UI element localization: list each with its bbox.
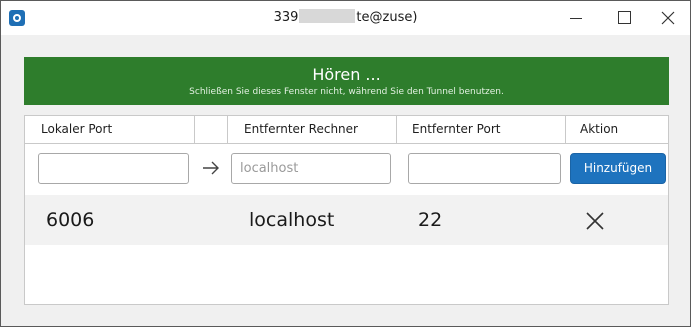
listening-banner: Hören ... Schließen Sie dieses Fenster n…	[24, 57, 669, 105]
remote-host-input[interactable]	[231, 153, 391, 184]
maximize-button[interactable]	[600, 1, 646, 35]
arrow-right-icon	[203, 161, 219, 175]
banner-title: Hören ...	[312, 65, 381, 84]
minimize-button[interactable]	[553, 1, 599, 35]
redacted-block	[299, 9, 356, 23]
window-title-prefix: 339	[273, 10, 299, 25]
header-action: Aktion	[580, 122, 619, 136]
header-remote-port: Entfernter Port	[397, 116, 566, 143]
table-row: 6006 localhost 22	[25, 195, 668, 245]
close-icon	[661, 11, 675, 25]
title-bar[interactable]: 339 te@zuse)	[1, 1, 690, 35]
header-local-port: Lokaler Port	[25, 116, 195, 143]
window-title-suffix: te@zuse)	[356, 10, 418, 25]
close-button[interactable]	[645, 1, 691, 35]
row-remote-port: 22	[418, 209, 443, 231]
remote-port-input[interactable]	[408, 153, 561, 184]
header-remote-host: Entfernter Rechner	[228, 116, 397, 143]
delete-x-icon[interactable]	[584, 210, 606, 232]
add-button[interactable]: Hinzufügen	[570, 153, 666, 184]
port-forward-table: Lokaler Port Entfernter Rechner Entfernt…	[24, 115, 669, 305]
tunnel-window: 339 te@zuse) Hören ... Schließen Sie dies…	[0, 0, 691, 327]
banner-subtitle: Schließen Sie dieses Fenster nicht, währ…	[189, 87, 504, 97]
table-header: Lokaler Port Entfernter Rechner Entfernt…	[25, 116, 668, 144]
header-arrow	[195, 116, 228, 143]
local-port-input[interactable]	[38, 153, 189, 184]
row-local-port: 6006	[46, 209, 95, 231]
row-remote-host: localhost	[249, 209, 335, 231]
